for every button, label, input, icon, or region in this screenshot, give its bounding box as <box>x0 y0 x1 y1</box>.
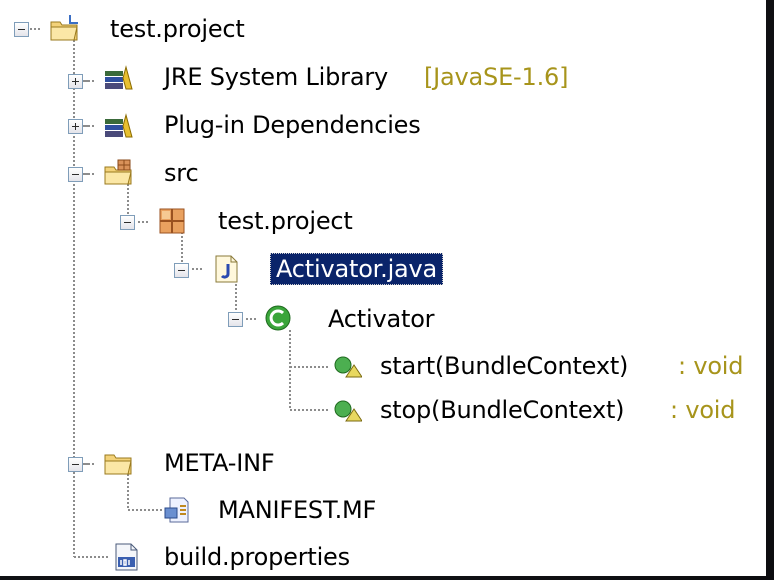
node-decoration: [JavaSE-1.6] <box>424 63 569 91</box>
method-icon <box>330 394 362 426</box>
node-label: start(BundleContext) <box>380 352 629 380</box>
node-label: test.project <box>218 207 353 235</box>
collapse-toggle[interactable] <box>68 457 83 472</box>
library-icon <box>102 109 134 141</box>
source-folder-icon <box>102 157 134 189</box>
node-label: test.project <box>110 15 245 43</box>
package-explorer-tree: test.project JRE System Library [JavaSE-… <box>0 0 766 576</box>
collapse-toggle[interactable] <box>68 167 83 182</box>
node-label: Activator.java <box>270 253 444 285</box>
package-icon <box>156 205 188 237</box>
manifest-icon <box>162 494 194 526</box>
library-icon <box>102 61 134 93</box>
expand-toggle[interactable] <box>68 74 83 89</box>
collapse-toggle[interactable] <box>14 22 29 37</box>
java-file-icon <box>210 253 242 285</box>
node-decoration: : void <box>678 352 744 380</box>
node-label: build.properties <box>164 543 350 571</box>
node-label: stop(BundleContext) <box>380 396 625 424</box>
collapse-toggle[interactable] <box>120 215 135 230</box>
folder-icon <box>102 447 134 479</box>
collapse-toggle[interactable] <box>228 312 243 327</box>
node-label: Activator <box>328 305 435 333</box>
expand-toggle[interactable] <box>68 119 83 134</box>
node-label: Plug-in Dependencies <box>164 111 421 139</box>
method-icon <box>330 350 362 382</box>
collapse-toggle[interactable] <box>174 263 189 278</box>
node-label: MANIFEST.MF <box>218 496 377 524</box>
project-folder-icon <box>48 13 80 45</box>
node-label: META-INF <box>164 449 275 477</box>
class-icon <box>262 303 294 335</box>
node-label: src <box>164 159 199 187</box>
node-label: JRE System Library <box>164 63 388 91</box>
node-decoration: : void <box>670 396 736 424</box>
properties-file-icon <box>110 541 142 573</box>
